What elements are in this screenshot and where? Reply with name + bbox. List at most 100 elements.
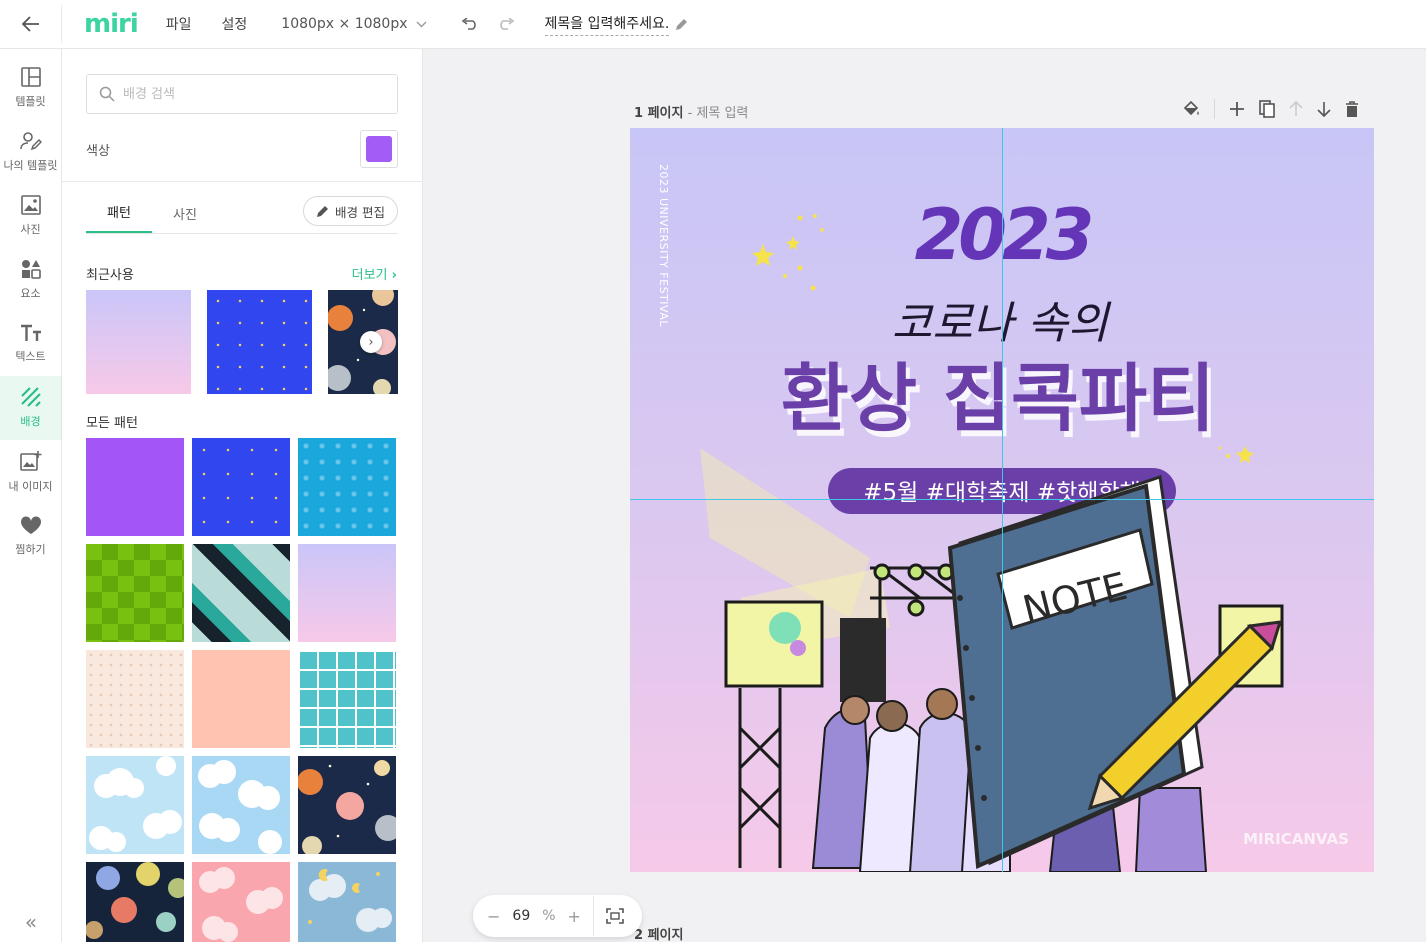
edit-background-button[interactable]: 배경 편집 <box>303 196 398 226</box>
back-button[interactable] <box>0 5 62 43</box>
page-2-label: 2 페이지 <box>634 928 684 942</box>
pattern-beige-dots[interactable] <box>86 650 184 748</box>
recent-next-button[interactable]: › <box>360 331 382 353</box>
rail-item-background[interactable]: 배경 <box>0 376 61 440</box>
fit-screen-icon[interactable] <box>606 908 624 924</box>
canvas-size-select[interactable]: 1080px × 1080px <box>281 16 427 32</box>
pattern-purple[interactable] <box>86 438 184 536</box>
layout-icon <box>20 67 41 87</box>
undo-icon[interactable] <box>461 18 479 30</box>
pattern-clouds-blue[interactable] <box>192 756 290 854</box>
pattern-clouds-light[interactable] <box>86 756 184 854</box>
document-title-text: 제목을 입력해주세요. <box>544 13 670 36</box>
menu-file[interactable]: 파일 <box>166 14 192 34</box>
more-link-label: 더보기 <box>351 268 388 283</box>
more-link[interactable]: 더보기 › <box>352 264 397 283</box>
color-picker-button[interactable] <box>360 130 398 168</box>
alignment-guide-vertical <box>1002 128 1003 872</box>
color-row: 색상 <box>86 130 398 168</box>
search-icon <box>99 86 115 102</box>
image-icon <box>20 195 41 215</box>
double-chevron-left-icon: « <box>24 910 38 934</box>
pattern-planets[interactable] <box>298 756 396 854</box>
chevron-down-icon <box>416 21 427 27</box>
redo-icon[interactable] <box>497 18 515 30</box>
pattern-peach[interactable] <box>192 650 290 748</box>
background-panel: 색상 패턴 사진 배경 편집 최근사용 더보기 › › 모든 패턴 <box>62 49 423 942</box>
zoom-separator <box>592 896 594 936</box>
paint-bucket-icon[interactable] <box>1182 100 1200 118</box>
design-watermark: MIRICANVAS <box>1243 830 1349 848</box>
user-edit-icon <box>19 132 42 151</box>
rail-label: 내 이미지 <box>8 480 53 493</box>
background-stripes-icon <box>20 387 41 407</box>
color-swatch <box>366 136 392 162</box>
recent-pattern-blue-sparkles[interactable] <box>207 290 312 394</box>
toolbar-separator <box>1214 99 1215 119</box>
alignment-guide-horizontal <box>630 499 1374 500</box>
document-title[interactable]: 제목을 입력해주세요. <box>544 13 689 36</box>
trash-icon[interactable] <box>1345 100 1359 118</box>
rail-label: 배경 <box>20 415 41 428</box>
zoom-controls: − 69 % + <box>473 895 642 937</box>
clouds-art <box>198 760 282 854</box>
rail-item-photos[interactable]: 사진 <box>0 184 61 248</box>
page-1-label: 1 페이지 - 제목 입력 <box>634 102 748 121</box>
background-search <box>86 74 398 114</box>
edit-background-label: 배경 편집 <box>335 204 385 220</box>
design-headline: 환상 집콕파티 <box>781 356 1215 442</box>
pattern-blue-sparkles[interactable] <box>192 438 290 536</box>
pattern-lavender-gradient[interactable] <box>298 544 396 642</box>
pattern-night-clouds[interactable] <box>298 862 396 942</box>
pattern-teal-grid[interactable] <box>298 650 396 748</box>
tab-pattern[interactable]: 패턴 <box>86 202 152 233</box>
design-side-text: 2023 UNIVERSITY FESTIVAL <box>657 164 670 327</box>
add-image-icon <box>19 451 41 471</box>
collapse-panel-button[interactable]: « <box>0 910 62 934</box>
all-patterns-title: 모든 패턴 <box>86 416 138 431</box>
rail-item-favorites[interactable]: 찜하기 <box>0 504 61 568</box>
pattern-diagonal-stripes[interactable] <box>192 544 290 642</box>
pattern-cyan-shapes[interactable] <box>298 438 396 536</box>
page-1-number: 1 페이지 <box>634 106 684 121</box>
zoom-out-button[interactable]: − <box>487 907 500 926</box>
rail-label: 템플릿 <box>15 95 46 108</box>
clouds-art <box>199 867 283 942</box>
recent-title: 최근사용 <box>86 268 134 283</box>
planets-art <box>298 760 396 854</box>
rail-item-my-templates[interactable]: 나의 템플릿 <box>0 120 61 184</box>
rail-label: 나의 템플릿 <box>3 159 58 172</box>
menu-settings[interactable]: 설정 <box>222 14 248 34</box>
rail-item-text[interactable]: 텍스트 <box>0 312 61 376</box>
move-up-icon[interactable] <box>1289 101 1303 117</box>
pattern-tabs: 패턴 사진 배경 편집 <box>86 196 398 234</box>
page-toolbar <box>1182 99 1359 119</box>
rail-item-elements[interactable]: 요소 <box>0 248 61 312</box>
shapes-icon <box>21 260 41 279</box>
chevron-right-icon: › <box>391 268 397 283</box>
move-down-icon[interactable] <box>1317 101 1331 117</box>
pencil-icon <box>317 205 329 217</box>
top-menu: 파일 설정 <box>166 14 248 34</box>
logo[interactable]: miri <box>84 9 139 39</box>
tab-photo[interactable]: 사진 <box>152 204 218 233</box>
heart-icon <box>20 515 41 534</box>
pattern-green-triangles[interactable] <box>86 544 184 642</box>
left-rail: 템플릿 나의 템플릿 사진 요소 텍스트 배경 내 이미지 찜하기 « <box>0 49 62 942</box>
recent-pattern-gradient[interactable] <box>86 290 191 394</box>
zoom-value[interactable]: 69 <box>512 908 530 924</box>
rail-item-templates[interactable]: 템플릿 <box>0 56 61 120</box>
background-search-input[interactable] <box>123 86 383 102</box>
pattern-pink-clouds[interactable] <box>192 862 290 942</box>
page-1-title[interactable]: - 제목 입력 <box>688 106 749 121</box>
rail-label: 사진 <box>20 223 41 236</box>
rail-item-my-images[interactable]: 내 이미지 <box>0 440 61 504</box>
rail-label: 텍스트 <box>15 350 46 363</box>
duplicate-page-icon[interactable] <box>1259 100 1275 118</box>
zoom-in-button[interactable]: + <box>568 907 581 926</box>
text-icon <box>20 324 41 341</box>
clouds-moon-art <box>308 869 392 932</box>
add-page-icon[interactable] <box>1229 101 1245 117</box>
rail-label: 요소 <box>20 287 41 300</box>
pattern-dark-planets[interactable] <box>86 862 184 942</box>
